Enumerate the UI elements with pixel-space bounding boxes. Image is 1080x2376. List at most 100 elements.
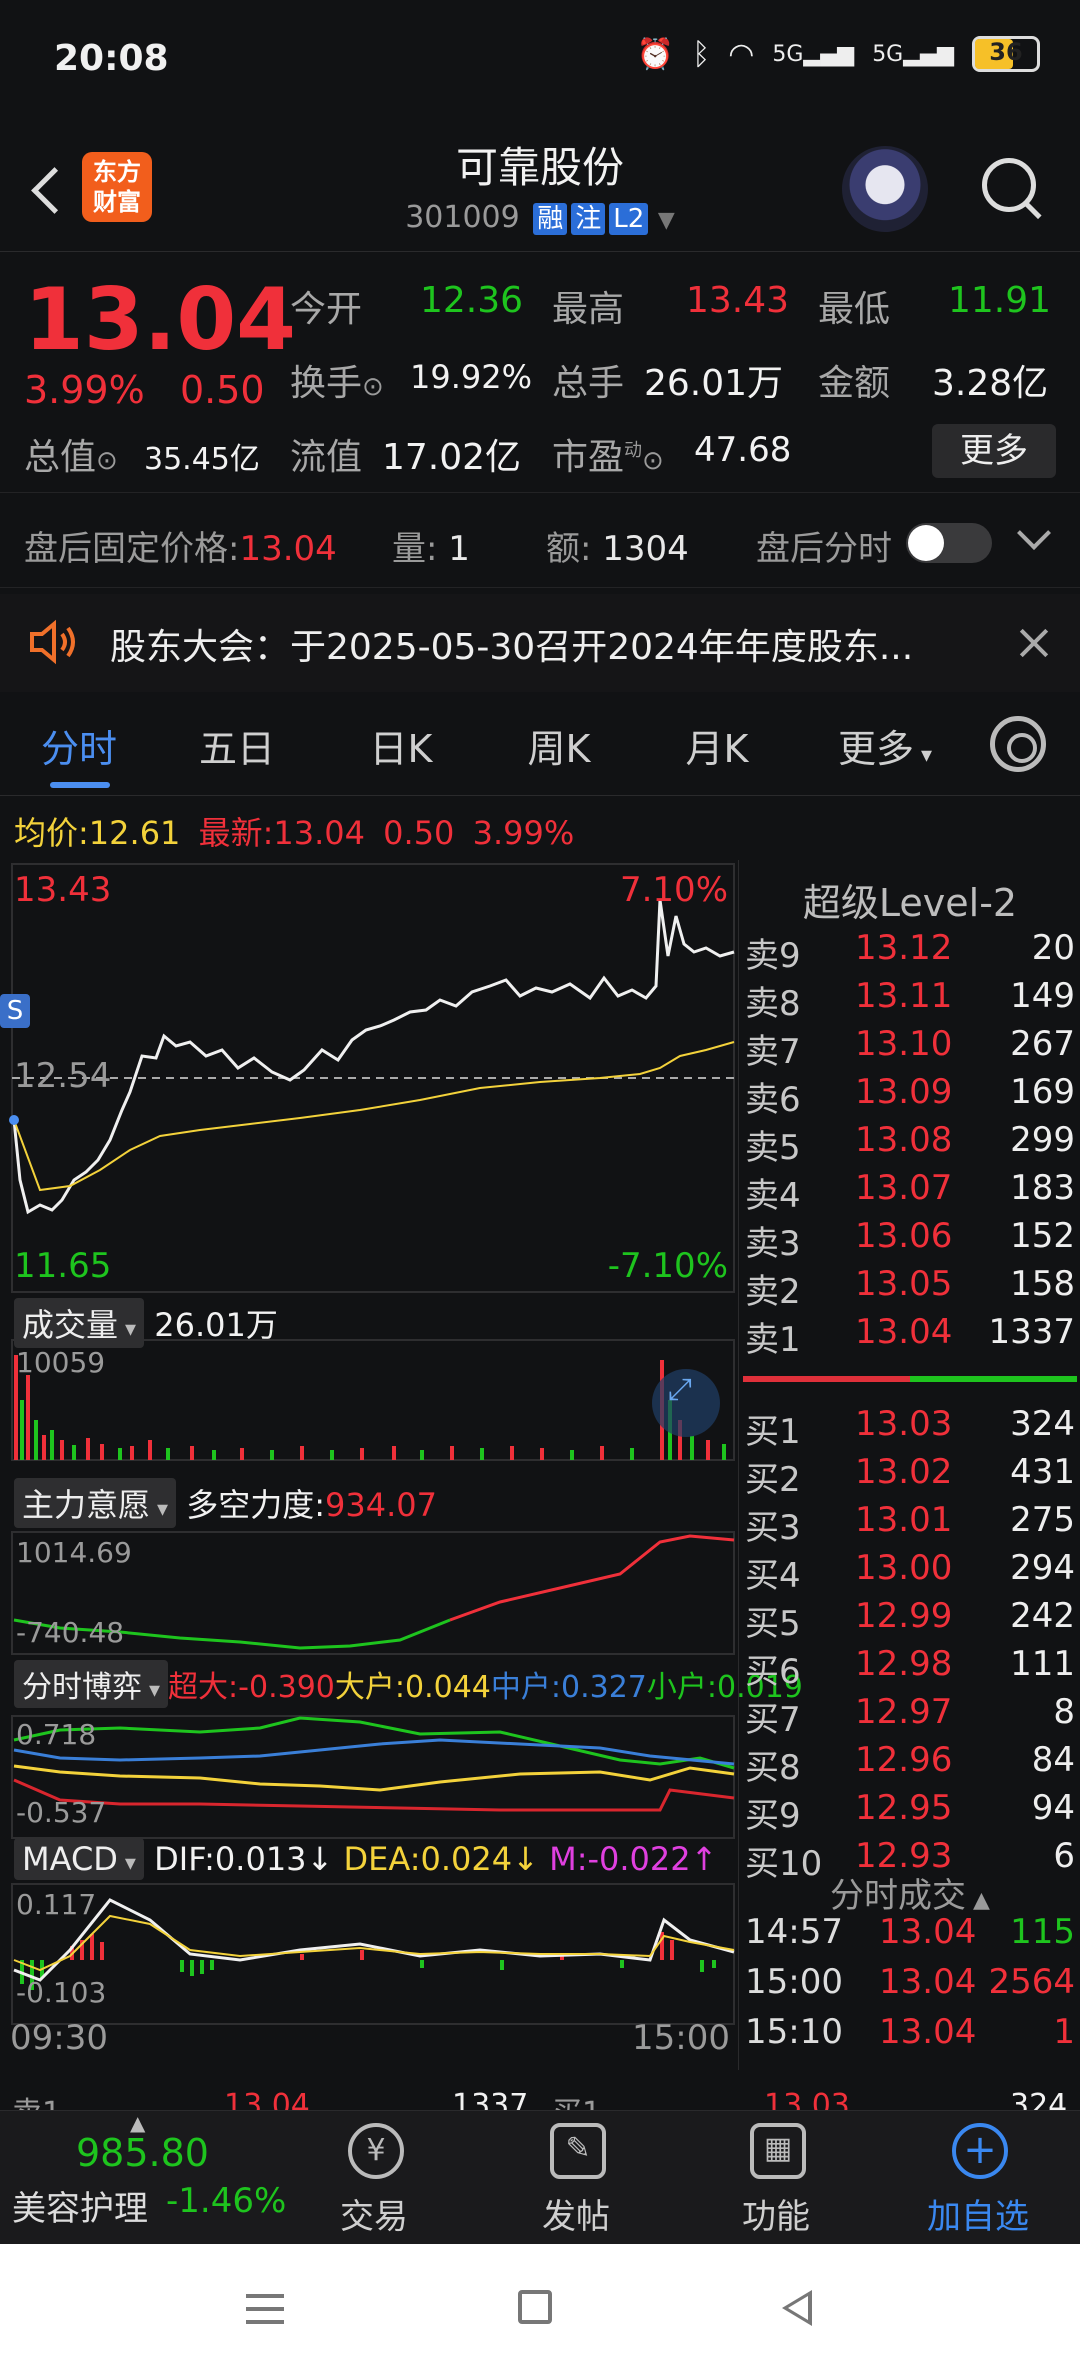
trade-volume: 2564 (988, 1962, 1075, 2002)
nav-post[interactable]: ✎ 发帖 (476, 2111, 676, 2245)
sector-index[interactable]: ▲ 985.80 美容护理 -1.46% (0, 2111, 290, 2245)
status-time: 20:08 (54, 38, 169, 79)
trade-row: 15:10 13.04 1 (739, 2012, 1080, 2060)
trade-price: 13.04 (879, 1962, 977, 2002)
ask-row[interactable]: 卖1 13.04 1337 (739, 1312, 1080, 1360)
alarm-icon: ⏰ (636, 36, 675, 72)
bottom-nav: ▲ 985.80 美容护理 -1.46% ¥ 交易 ✎ 发帖 ▦ 功能 + 加自… (0, 2110, 1080, 2244)
volume-field: 总手 (552, 363, 625, 404)
ask-level: 卖5 (745, 1128, 801, 1168)
bid-row[interactable]: 买6 12.98 111 (739, 1644, 1080, 1692)
ask-volume: 1337 (988, 1312, 1075, 1352)
quick-bid-ask-row: 卖1 13.04 1337 买1 13.03 324 (12, 2088, 1068, 2110)
time-axis: 09:30 15:00 (10, 2018, 730, 2058)
tab-intraday[interactable]: 分时 (14, 718, 144, 773)
tab-daily-k[interactable]: 日K (336, 718, 466, 773)
bid-row[interactable]: 买5 12.99 242 (739, 1596, 1080, 1644)
bid-level: 买8 (745, 1748, 801, 1788)
trade-volume: 1 (1053, 2012, 1075, 2052)
bid-row[interactable]: 买7 12.97 8 (739, 1692, 1080, 1740)
game-indicator-dropdown[interactable]: 分时博弈 (14, 1660, 169, 1708)
wifi-icon: ◠ (728, 36, 755, 72)
bid-volume: 275 (1010, 1500, 1075, 1540)
nav-functions[interactable]: ▦ 功能 (676, 2111, 876, 2245)
price-axis-bottom: 11.65 (14, 1246, 112, 1286)
order-book[interactable]: 超级Level-2 卖9 13.12 20 卖8 13.11 149 卖7 13.10 267 卖… (738, 860, 1080, 1884)
after-hours-toggle[interactable] (906, 523, 992, 563)
bid-volume: 324 (1010, 1404, 1075, 1444)
high-field: 最高 (552, 289, 625, 330)
assistant-avatar[interactable] (842, 146, 928, 232)
tab-monthly-k[interactable]: 月K (652, 718, 782, 773)
recents-button[interactable] (246, 2294, 284, 2324)
s-marker[interactable]: S (0, 994, 30, 1028)
tab-more[interactable]: 更多 ▾ (820, 718, 950, 773)
bid-level: 买5 (745, 1604, 801, 1644)
bid-row[interactable]: 买2 13.02 431 (739, 1452, 1080, 1500)
margin-tag: 融 (533, 203, 568, 235)
macd-histogram (20, 1932, 716, 1990)
bid-volume: 84 (1031, 1740, 1075, 1780)
bid-price: 13.00 (855, 1548, 953, 1588)
bid-volume: 242 (1010, 1596, 1075, 1636)
ask-price: 13.05 (855, 1264, 953, 1304)
nav-add-watchlist[interactable]: + 加自选 (878, 2111, 1078, 2245)
mktcap-value: 35.45亿 (144, 442, 260, 477)
trades-title: 分时成交 ▲ (830, 1876, 990, 1916)
chevron-down-icon[interactable] (1017, 516, 1051, 550)
price-axis-mid: 12.54 (14, 1056, 112, 1096)
notice-bar[interactable]: 股东大会：于2025-05-30召开2024年年度股东... (0, 594, 1080, 692)
ask-row[interactable]: 卖2 13.05 158 (739, 1264, 1080, 1312)
bid-row[interactable]: 买9 12.95 94 (739, 1788, 1080, 1836)
time-axis-end: 15:00 (632, 2018, 730, 2058)
tab-weekly-k[interactable]: 周K (494, 718, 624, 773)
ask-price: 13.08 (855, 1120, 953, 1160)
tab-five-day[interactable]: 五日 (172, 718, 302, 773)
after-hours-price: 盘后固定价格:13.04 (24, 529, 337, 569)
bluetooth-icon: ᛒ (692, 36, 711, 72)
back-nav-button[interactable] (782, 2290, 812, 2326)
bid-row[interactable]: 买8 12.96 84 (739, 1740, 1080, 1788)
ask-row[interactable]: 卖4 13.07 183 (739, 1168, 1080, 1216)
ask-volume: 152 (1010, 1216, 1075, 1256)
trades-panel[interactable]: 分时成交 ▲ 14:57 13.04 115 15:00 13.04 2564 15:10 1… (738, 1860, 1080, 2070)
expand-icon[interactable]: ⤢ (668, 1372, 692, 1407)
ask-row[interactable]: 卖5 13.08 299 (739, 1120, 1080, 1168)
bid-volume: 431 (1010, 1452, 1075, 1492)
search-button[interactable] (976, 152, 1048, 224)
home-button[interactable] (518, 2290, 552, 2324)
ask-level: 卖9 (745, 936, 801, 976)
ask-volume: 183 (1010, 1168, 1075, 1208)
intraday-chart-svg (9, 863, 735, 2025)
trade-row: 14:57 13.04 115 (739, 1912, 1080, 1960)
ask-row[interactable]: 卖3 13.06 152 (739, 1216, 1080, 1264)
gear-icon[interactable] (990, 716, 1046, 772)
macd-indicator-dropdown[interactable]: MACD (14, 1838, 144, 1880)
price-line (12, 899, 735, 1215)
close-icon[interactable] (1016, 624, 1056, 664)
small-line (13, 1764, 735, 1792)
force-indicator-dropdown[interactable]: 主力意愿 (14, 1478, 177, 1528)
speaker-icon (30, 619, 75, 665)
ask-row[interactable]: 卖8 13.11 149 (739, 976, 1080, 1024)
ask-row[interactable]: 卖6 13.09 169 (739, 1072, 1080, 1120)
bid-row[interactable]: 买4 13.00 294 (739, 1548, 1080, 1596)
ask-price: 13.07 (855, 1168, 953, 1208)
more-button[interactable]: 更多 (932, 424, 1056, 478)
volume-indicator-dropdown[interactable]: 成交量 (14, 1298, 145, 1348)
bid-row[interactable]: 买1 13.03 324 (739, 1404, 1080, 1452)
bid-price: 12.99 (855, 1596, 953, 1636)
trade-icon: ¥ (348, 2123, 404, 2179)
volume-panel-header: 成交量 26.01万 (14, 1298, 278, 1348)
after-hours-volume: 量: 1 (392, 529, 470, 569)
status-bar: 20:08 ⏰ ᛒ ◠ 5G▂▄▆ 5G▂▄▆ 36 (0, 0, 1080, 120)
nav-trade[interactable]: ¥ 交易 (274, 2111, 474, 2245)
ask-row[interactable]: 卖9 13.12 20 (739, 928, 1080, 976)
game-axis-max: 0.718 (16, 1718, 97, 1751)
float-field: 流值 (290, 437, 363, 478)
intraday-chart-area[interactable]: 13.43 7.10% 12.54 11.65 -7.10% S 成交量 26.… (0, 860, 803, 2060)
edit-icon: ✎ (550, 2123, 606, 2179)
ask-row[interactable]: 卖7 13.10 267 (739, 1024, 1080, 1072)
avg-price-row: 均价:12.61 最新:13.04 0.50 3.99% (14, 814, 575, 852)
bid-row[interactable]: 买3 13.01 275 (739, 1500, 1080, 1548)
